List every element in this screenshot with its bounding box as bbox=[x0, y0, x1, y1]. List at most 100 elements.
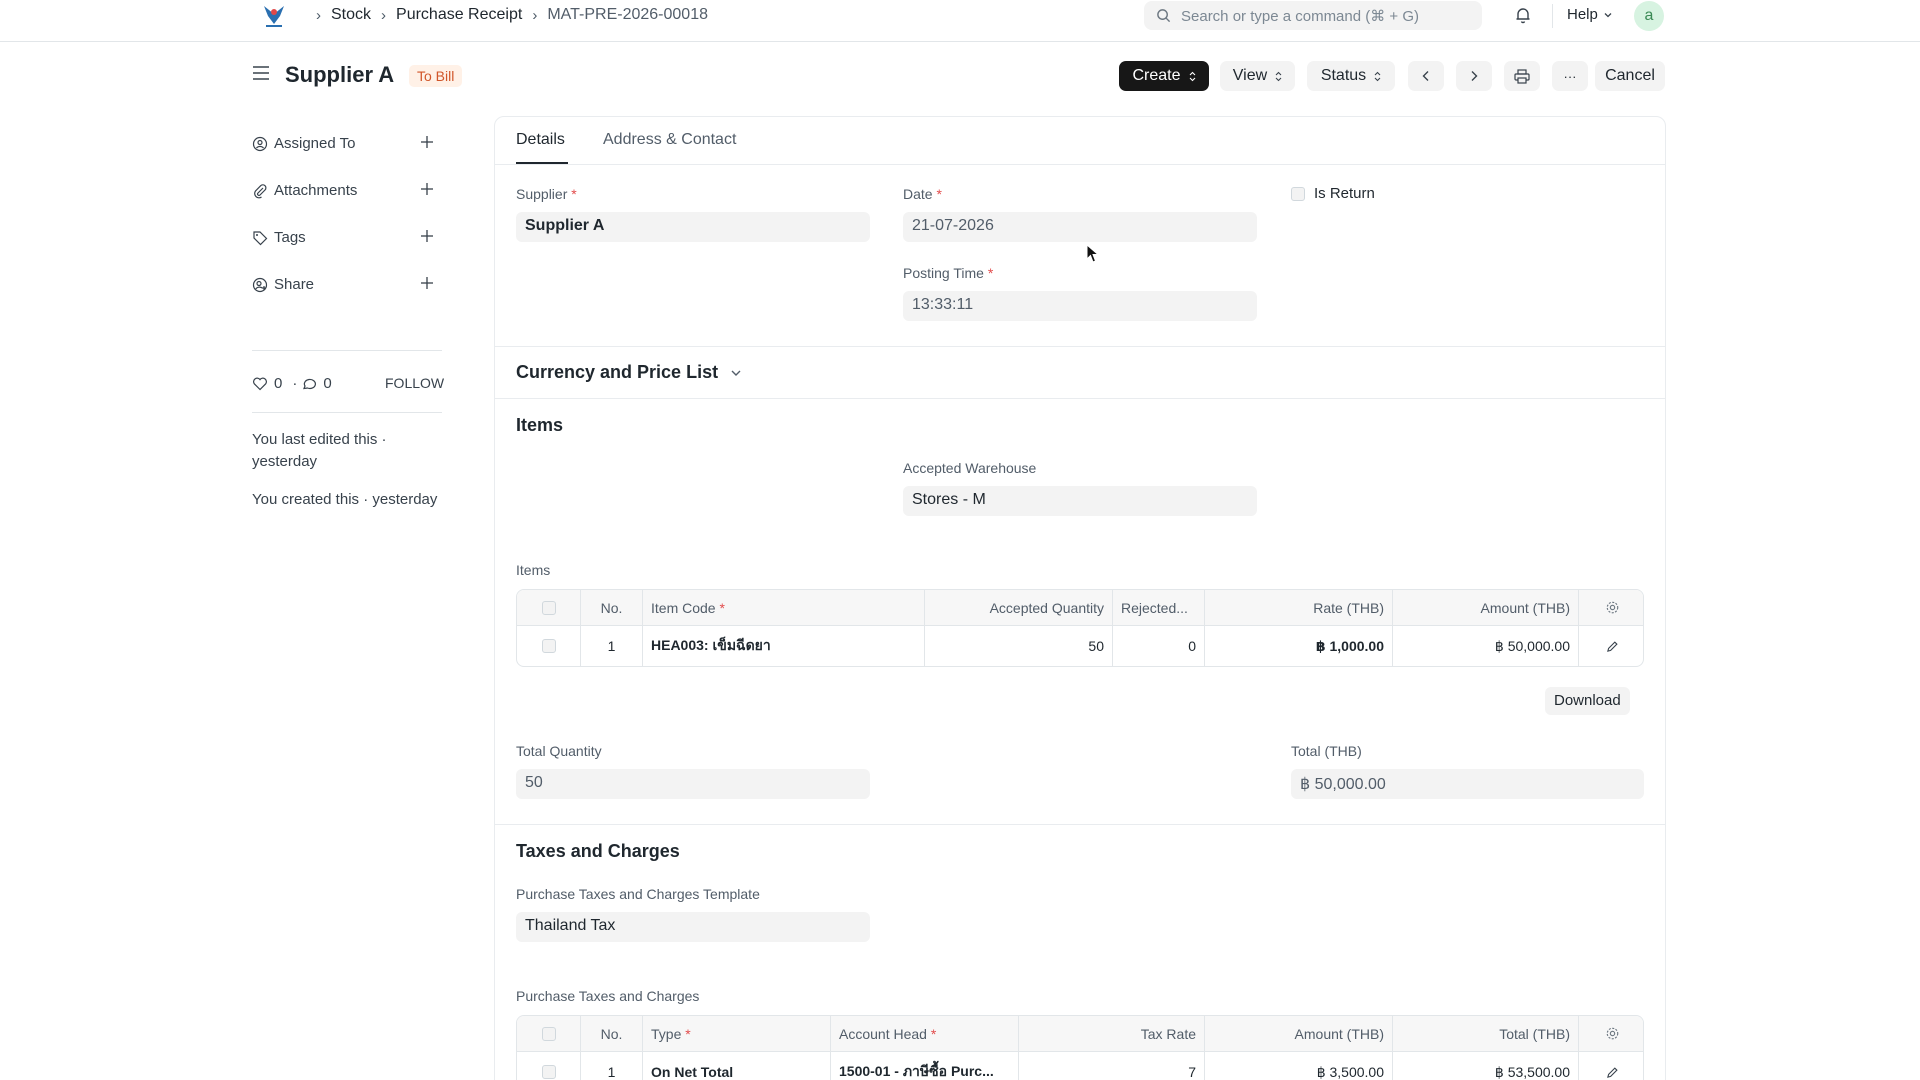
created-text: You created this · yesterday bbox=[252, 491, 438, 508]
column-settings-cell bbox=[1579, 590, 1643, 625]
select-all-checkbox[interactable] bbox=[541, 1026, 556, 1041]
row-tax-rate[interactable]: 7 bbox=[1019, 1052, 1205, 1080]
supplier-label: Supplier * bbox=[516, 186, 577, 202]
share-icon bbox=[252, 277, 268, 292]
pencil-icon[interactable] bbox=[1606, 1066, 1619, 1079]
section-divider bbox=[495, 346, 1665, 347]
print-button[interactable] bbox=[1504, 61, 1540, 91]
gear-icon[interactable] bbox=[1605, 600, 1620, 615]
row-amount: ฿ 3,500.00 bbox=[1205, 1052, 1393, 1080]
sidebar-item-tags[interactable]: Tags bbox=[252, 229, 306, 246]
items-table-label: Items bbox=[516, 562, 551, 578]
column-header-amount: Amount (THB) bbox=[1393, 590, 1579, 625]
help-dropdown[interactable]: Help bbox=[1567, 6, 1613, 23]
row-select-cell bbox=[517, 626, 581, 666]
bell-icon[interactable] bbox=[1514, 6, 1532, 28]
assign-icon bbox=[252, 136, 268, 151]
column-header-rejected: Rejected... bbox=[1113, 590, 1205, 625]
active-tab-indicator bbox=[516, 162, 568, 164]
follow-button[interactable]: FOLLOW bbox=[385, 375, 444, 391]
row-amount: ฿ 50,000.00 bbox=[1393, 626, 1579, 666]
download-button[interactable]: Download bbox=[1545, 687, 1630, 715]
row-checkbox[interactable] bbox=[541, 1065, 556, 1079]
chevron-right-icon: › bbox=[532, 6, 538, 24]
add-share-icon[interactable] bbox=[419, 275, 435, 295]
status-badge: To Bill bbox=[409, 65, 463, 87]
date-label: Date * bbox=[903, 186, 942, 202]
total-quantity-field: 50 bbox=[516, 769, 870, 799]
date-field[interactable]: 21-07-2026 bbox=[903, 212, 1257, 242]
create-label: Create bbox=[1132, 67, 1181, 84]
row-no: 1 bbox=[581, 626, 643, 666]
row-rate[interactable]: ฿ 1,000.00 bbox=[1205, 626, 1393, 666]
navbar: › Stock › Purchase Receipt › MAT-PRE-202… bbox=[0, 0, 1920, 42]
sidebar-item-label: Tags bbox=[274, 229, 306, 246]
add-assignee-icon[interactable] bbox=[419, 134, 435, 154]
form-tabs: Details Address & Contact bbox=[495, 117, 1665, 165]
row-type[interactable]: On Net Total bbox=[643, 1052, 831, 1080]
chevron-left-icon bbox=[1422, 71, 1429, 81]
status-button[interactable]: Status bbox=[1307, 61, 1395, 91]
currency-section-header[interactable]: Currency and Price List bbox=[516, 362, 742, 383]
search-bar[interactable]: Search or type a command (⌘ + G) bbox=[1144, 1, 1482, 30]
more-label: ··· bbox=[1563, 68, 1577, 84]
breadcrumb: › Stock › Purchase Receipt › MAT-PRE-202… bbox=[306, 6, 708, 24]
create-button[interactable]: Create bbox=[1119, 61, 1209, 91]
chevron-down-icon bbox=[731, 370, 741, 376]
gear-icon[interactable] bbox=[1605, 1026, 1620, 1041]
tag-icon bbox=[253, 230, 268, 245]
column-header-item-code: Item Code * bbox=[643, 590, 925, 625]
total-field: ฿ 50,000.00 bbox=[1291, 769, 1644, 799]
view-button[interactable]: View bbox=[1220, 61, 1295, 91]
posting-time-field[interactable]: 13:33:11 bbox=[903, 291, 1257, 321]
sidebar-item-attachments[interactable]: Attachments bbox=[252, 182, 357, 199]
likes-comments: 0 · 0 bbox=[252, 375, 338, 392]
sidebar-item-label: Attachments bbox=[274, 182, 358, 199]
comment-icon[interactable] bbox=[301, 376, 317, 391]
add-tag-icon[interactable] bbox=[419, 228, 435, 248]
row-accepted-qty[interactable]: 50 bbox=[925, 626, 1113, 666]
cancel-button[interactable]: Cancel bbox=[1595, 61, 1665, 91]
taxes-table: No. Type * Account Head * Tax Rate Amoun… bbox=[516, 1015, 1644, 1080]
hamburger-icon[interactable] bbox=[252, 65, 270, 85]
add-attachment-icon[interactable] bbox=[419, 181, 435, 201]
row-account-head[interactable]: 1500-01 - ภาษีซื้อ Purc... bbox=[831, 1052, 1019, 1080]
select-all-checkbox[interactable] bbox=[541, 600, 556, 615]
tax-template-label: Purchase Taxes and Charges Template bbox=[516, 886, 760, 902]
accepted-warehouse-label: Accepted Warehouse bbox=[903, 460, 1037, 476]
row-select-cell bbox=[517, 1052, 581, 1080]
column-settings-cell bbox=[1579, 1016, 1643, 1051]
row-rejected-qty[interactable]: 0 bbox=[1113, 626, 1205, 666]
row-item-code[interactable]: HEA003: เข็มฉีดยา bbox=[643, 626, 925, 666]
accepted-warehouse-field[interactable]: Stores - M bbox=[903, 486, 1257, 516]
row-checkbox[interactable] bbox=[541, 639, 556, 653]
table-row[interactable]: 1 HEA003: เข็มฉีดยา 50 0 ฿ 1,000.00 ฿ 50… bbox=[517, 626, 1643, 666]
tab-details[interactable]: Details bbox=[516, 131, 565, 149]
column-header-account-head: Account Head * bbox=[831, 1016, 1019, 1051]
breadcrumb-purchase-receipt[interactable]: Purchase Receipt bbox=[396, 6, 522, 24]
taxes-section-title: Taxes and Charges bbox=[516, 841, 680, 861]
column-header-accepted-qty: Accepted Quantity bbox=[925, 590, 1113, 625]
avatar[interactable]: a bbox=[1634, 1, 1664, 31]
pencil-icon[interactable] bbox=[1606, 640, 1619, 653]
tab-address-contact[interactable]: Address & Contact bbox=[603, 131, 736, 149]
table-row[interactable]: 1 On Net Total 1500-01 - ภาษีซื้อ Purc..… bbox=[517, 1052, 1643, 1080]
last-edited-time: yesterday bbox=[252, 453, 318, 470]
select-all-cell bbox=[517, 590, 581, 625]
breadcrumb-current[interactable]: MAT-PRE-2026-00018 bbox=[547, 6, 708, 24]
previous-button[interactable] bbox=[1408, 61, 1444, 91]
app-logo[interactable] bbox=[260, 2, 288, 30]
help-label: Help bbox=[1567, 6, 1598, 23]
tax-template-field[interactable]: Thailand Tax bbox=[516, 912, 870, 942]
sidebar-item-share[interactable]: Share bbox=[252, 276, 314, 293]
breadcrumb-stock[interactable]: Stock bbox=[331, 6, 371, 24]
heart-icon[interactable] bbox=[252, 376, 268, 391]
last-edited-text: You last edited this · bbox=[252, 431, 387, 448]
is-return-checkbox[interactable] bbox=[1291, 187, 1305, 201]
chevron-right-icon: › bbox=[316, 6, 321, 24]
next-button[interactable] bbox=[1456, 61, 1492, 91]
column-header-no: No. bbox=[581, 1016, 643, 1051]
more-button[interactable]: ··· bbox=[1552, 61, 1588, 91]
sidebar-item-assigned-to[interactable]: Assigned To bbox=[252, 135, 355, 152]
supplier-field[interactable]: Supplier A bbox=[516, 212, 870, 242]
